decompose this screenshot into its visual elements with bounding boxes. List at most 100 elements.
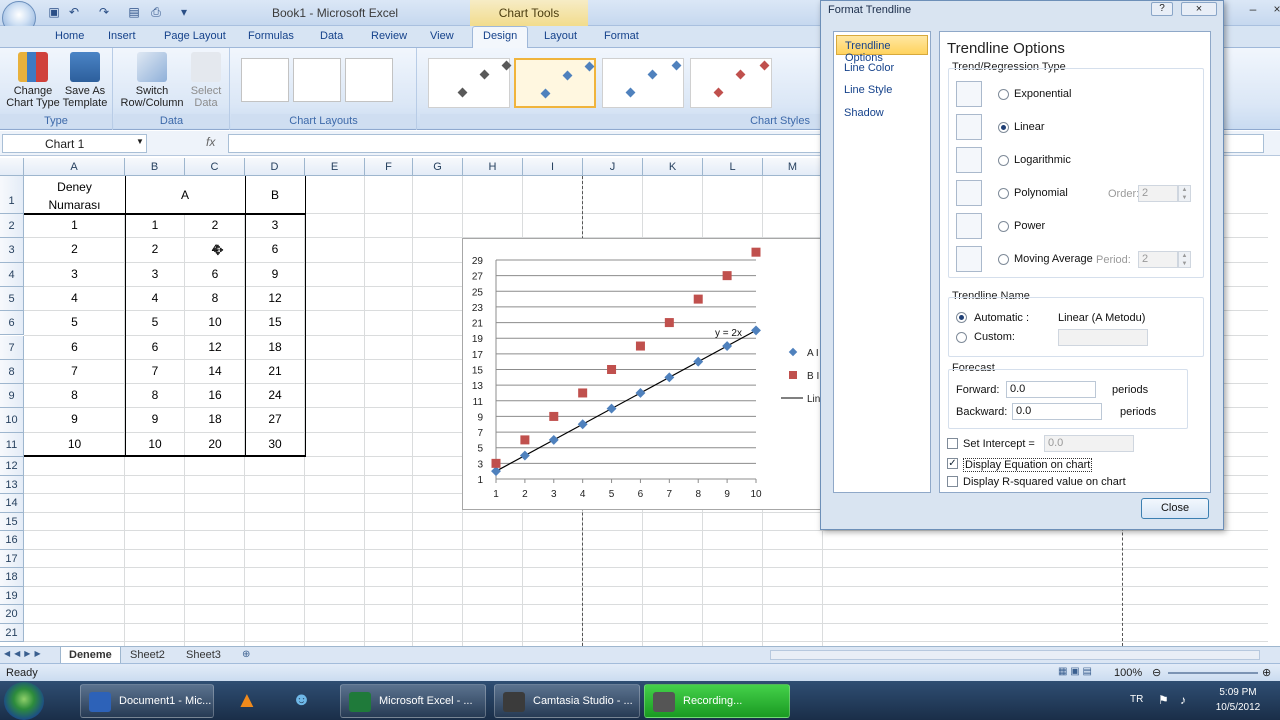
print-preview-icon[interactable]: ▤ — [126, 5, 142, 20]
display-equation-checkbox[interactable]: ✓ — [947, 458, 958, 469]
tab-review[interactable]: Review — [371, 30, 407, 42]
column-header-i[interactable]: I — [523, 158, 583, 176]
tab-page-layout[interactable]: Page Layout — [164, 30, 226, 42]
row-header-15[interactable]: 15 — [0, 512, 24, 531]
tab-insert[interactable]: Insert — [108, 30, 136, 42]
chart-style-1[interactable] — [428, 58, 512, 108]
task-excel[interactable]: Microsoft Excel - ... — [340, 684, 486, 718]
table-cell[interactable]: 6 — [125, 340, 185, 354]
table-cell[interactable]: 20 — [185, 437, 245, 451]
table-cell[interactable]: 18 — [185, 412, 245, 426]
custom-radio[interactable] — [956, 332, 967, 343]
intercept-input[interactable]: 0.0 — [1044, 435, 1134, 452]
task-word[interactable]: Document1 - Mic... — [80, 684, 214, 718]
sheet-tab-sheet3[interactable]: Sheet3 — [178, 647, 229, 664]
tray-flag-icon[interactable]: ⚑ — [1158, 693, 1169, 707]
table-cell[interactable]: 9 — [24, 412, 125, 426]
close-button[interactable]: Close — [1141, 498, 1209, 519]
row-header-3[interactable]: 3 — [0, 238, 24, 263]
table-cell[interactable]: 3 — [125, 267, 185, 281]
column-header-h[interactable]: H — [463, 158, 523, 176]
table-cell[interactable]: 7 — [125, 364, 185, 378]
change-chart-type-button[interactable]: Change Chart Type — [4, 52, 62, 109]
row-header-19[interactable]: 19 — [0, 586, 24, 605]
name-box[interactable]: Chart 1 — [2, 134, 147, 153]
minimize-icon[interactable]: – — [1240, 0, 1266, 18]
tab-formulas[interactable]: Formulas — [248, 30, 294, 42]
column-header-k[interactable]: K — [643, 158, 703, 176]
logarithmic-radio[interactable] — [998, 155, 1009, 166]
period-input[interactable]: 2 — [1138, 251, 1178, 268]
table-cell[interactable]: 12 — [185, 340, 245, 354]
tab-format[interactable]: Format — [604, 30, 639, 42]
order-spinner[interactable]: ▲ ▼ — [1178, 185, 1191, 202]
header-a-merged[interactable]: A — [125, 176, 245, 214]
column-header-j[interactable]: J — [583, 158, 643, 176]
order-input[interactable]: 2 — [1138, 185, 1178, 202]
exponential-radio[interactable] — [998, 89, 1009, 100]
table-cell[interactable]: 30 — [245, 437, 305, 451]
tab-design[interactable]: Design — [472, 26, 529, 48]
table-cell[interactable]: 8 — [24, 388, 125, 402]
nav-line-style[interactable]: Line Style — [836, 80, 928, 100]
row-header-21[interactable]: 21 — [0, 623, 24, 642]
moving-average-radio[interactable] — [998, 254, 1009, 265]
save-as-template-button[interactable]: Save As Template — [60, 52, 110, 109]
table-cell[interactable]: 4 — [24, 291, 125, 305]
row-header-16[interactable]: 16 — [0, 531, 24, 550]
table-cell[interactable]: 2 — [24, 242, 125, 256]
header-b[interactable]: B — [245, 176, 305, 214]
row-header-6[interactable]: 6 — [0, 311, 24, 336]
column-header-a[interactable]: A — [24, 158, 125, 176]
zoom-out-icon[interactable]: ⊖ — [1152, 666, 1161, 679]
tab-data[interactable]: Data — [320, 30, 343, 42]
row-header-18[interactable]: 18 — [0, 568, 24, 587]
language-indicator[interactable]: TR — [1130, 694, 1143, 705]
row-header-11[interactable]: 11 — [0, 432, 24, 457]
print-icon[interactable]: ⎙ — [148, 5, 164, 20]
table-cell[interactable]: 9 — [125, 412, 185, 426]
table-cell[interactable]: 18 — [245, 340, 305, 354]
row-header-5[interactable]: 5 — [0, 286, 24, 312]
table-cell[interactable]: 10 — [125, 437, 185, 451]
zoom-in-icon[interactable]: ⊕ — [1262, 666, 1271, 679]
set-intercept-checkbox[interactable] — [947, 438, 958, 449]
redo-icon[interactable]: ↷ — [96, 5, 112, 20]
sheet-tab-sheet2[interactable]: Sheet2 — [122, 647, 173, 664]
tab-layout[interactable]: Layout — [544, 30, 577, 42]
row-header-13[interactable]: 13 — [0, 475, 24, 494]
table-cell[interactable]: 3 — [245, 218, 305, 232]
scatter-chart[interactable]: 1 3 5 7 9 11 13 15 17 19 21 23 25 27 29 1 2 3 4 5 6 7 8 9 10 y = … — [462, 238, 824, 510]
row-header-8[interactable]: 8 — [0, 359, 24, 385]
row-header-4[interactable]: 4 — [0, 262, 24, 287]
table-cell[interactable]: 2 — [125, 242, 185, 256]
save-icon[interactable]: ▣ — [46, 5, 62, 20]
header-deney-numarasi[interactable]: Deney Numarası — [24, 176, 125, 214]
table-cell[interactable]: 4 — [125, 291, 185, 305]
tab-home[interactable]: Home — [55, 30, 84, 42]
table-cell[interactable]: 5 — [24, 315, 125, 329]
name-box-dropdown-icon[interactable]: ▼ — [136, 137, 144, 146]
row-header-14[interactable]: 14 — [0, 494, 24, 513]
table-cell[interactable]: 3 — [24, 267, 125, 281]
chart-style-4[interactable] — [690, 58, 772, 108]
table-cell[interactable]: 24 — [245, 388, 305, 402]
chart-plot-area[interactable]: 13579111315171921232527291 2 3 4 5 6 7 8 9 10y = … — [463, 239, 825, 511]
column-header-l[interactable]: L — [703, 158, 763, 176]
task-recording[interactable]: Recording... — [644, 684, 790, 718]
nav-line-color[interactable]: Line Color — [836, 58, 928, 78]
table-cell[interactable]: 14 — [185, 364, 245, 378]
view-buttons-icon[interactable]: ▦ ▣ ▤ — [1058, 666, 1092, 677]
table-cell[interactable]: 2 — [185, 218, 245, 232]
volume-icon[interactable]: ♪ — [1180, 693, 1186, 707]
sheet-nav-arrows-icon[interactable]: ◀◀▶▶ — [4, 649, 45, 658]
table-cell[interactable]: 15 — [245, 315, 305, 329]
table-cell[interactable]: 1 — [24, 218, 125, 232]
horizontal-scrollbar[interactable] — [770, 650, 1260, 660]
table-cell[interactable]: 8 — [125, 388, 185, 402]
table-cell[interactable]: 10 — [185, 315, 245, 329]
task-camtasia[interactable]: Camtasia Studio - ... — [494, 684, 640, 718]
column-header-f[interactable]: F — [365, 158, 413, 176]
chart-layout-1[interactable] — [241, 58, 289, 102]
table-cell[interactable]: 9 — [245, 267, 305, 281]
